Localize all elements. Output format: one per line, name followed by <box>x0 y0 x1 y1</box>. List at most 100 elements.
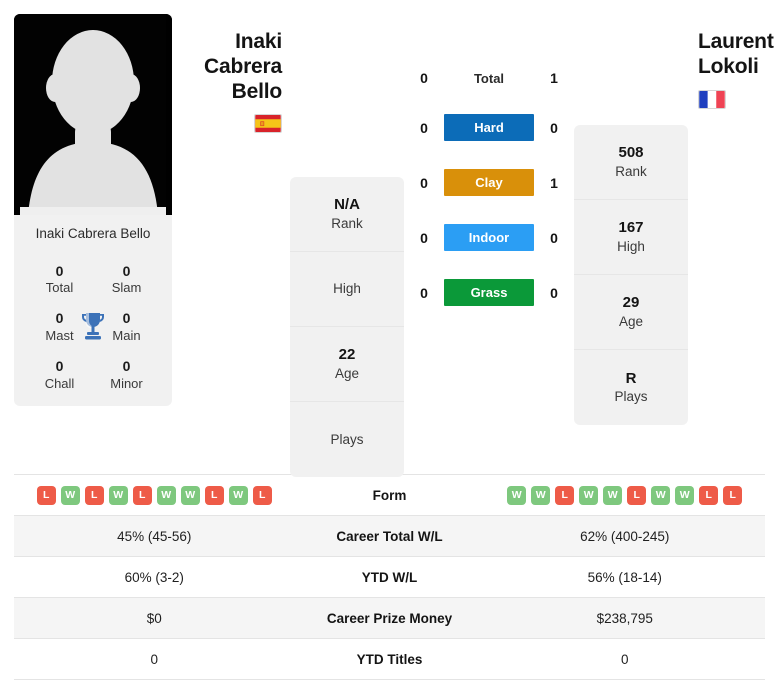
h2h-left-score: 0 <box>420 174 428 191</box>
form-badge-win: W <box>507 485 527 505</box>
right-value: 0 <box>620 651 629 667</box>
table-row-ytd-wl: 60% (3-2) YTD W/L 56% (18-14) <box>14 557 765 598</box>
info-plays: Plays <box>290 402 404 477</box>
form-badge-win: W <box>228 485 248 505</box>
player-photo-placeholder-icon <box>14 14 172 215</box>
table-row-label: Career Total W/L <box>336 528 443 544</box>
info-value: R <box>625 369 637 387</box>
right-player-info-column: 508 Rank 167 High 29 Age R Plays <box>574 125 688 425</box>
right-form-badges: WWLWWLWWLL <box>485 485 766 505</box>
table-row-label: YTD W/L <box>361 569 418 585</box>
left-form-badges: LWLWLWWLWL <box>14 485 295 505</box>
info-label: Rank <box>331 215 363 231</box>
left-player-name-line1: Inaki Cabrera <box>204 30 282 78</box>
title-stat-label: Slam <box>111 280 142 296</box>
info-rank: 508 Rank <box>574 125 688 200</box>
h2h-right-score: 1 <box>550 70 558 86</box>
info-label: High <box>333 281 361 297</box>
form-badge-loss: L <box>84 485 104 505</box>
h2h-left-score: 0 <box>420 70 428 86</box>
form-badge-loss: L <box>699 485 719 505</box>
right-player-name-line1: Laurent <box>698 30 774 53</box>
form-badge-loss: L <box>132 485 152 505</box>
h2h-row-grass: 0 Grass 0 <box>404 279 574 306</box>
info-high: High <box>290 252 404 327</box>
surface-badge-clay[interactable]: Clay <box>444 169 534 196</box>
surface-badge-hard[interactable]: Hard <box>444 114 534 141</box>
form-badge-win: W <box>603 485 623 505</box>
left-form-cell: LWLWLWWLWL <box>14 485 295 505</box>
table-row-label: Form <box>372 487 407 503</box>
left-player-panel: Inaki Cabrera Bello 0 Total 0 Slam 0 Mas… <box>14 14 172 406</box>
left-player-name-column: Inaki Cabrera Bello <box>172 14 290 134</box>
title-stat-value: 0 <box>122 358 131 375</box>
trophy-icon <box>82 312 104 340</box>
title-stat-label: Total <box>45 280 74 296</box>
form-badge-win: W <box>156 485 176 505</box>
info-value: 29 <box>622 294 640 312</box>
info-label: Age <box>618 313 644 329</box>
h2h-row-total: 0 Total 1 <box>404 70 574 86</box>
info-label: High <box>617 238 645 254</box>
right-value: 62% (400-245) <box>580 528 670 544</box>
form-badge-win: W <box>60 485 80 505</box>
h2h-left-score: 0 <box>420 229 428 246</box>
form-badge-loss: L <box>204 485 224 505</box>
left-player-titles-box: 0 Total 0 Slam 0 Mast 0 Main 0 Chall 0 M… <box>14 250 172 406</box>
title-stat-label: Minor <box>110 375 143 391</box>
form-badge-loss: L <box>36 485 56 505</box>
h2h-row-clay: 0 Clay 1 <box>404 169 574 196</box>
info-label: Plays <box>330 431 364 447</box>
h2h-left-score: 0 <box>420 119 428 136</box>
info-rank: N/A Rank <box>290 177 404 252</box>
title-stat-minor: 0 Minor <box>93 358 160 392</box>
info-label: Age <box>334 365 360 381</box>
table-row-label: YTD Titles <box>356 651 423 667</box>
form-badge-win: W <box>108 485 128 505</box>
h2h-left-score: 0 <box>420 284 428 301</box>
left-value: 0 <box>150 651 158 667</box>
spain-flag-icon <box>254 114 282 134</box>
table-row-label: Career Prize Money <box>326 610 453 626</box>
title-stat-slam: 0 Slam <box>93 263 160 297</box>
h2h-row-hard: 0 Hard 0 <box>404 114 574 141</box>
form-badge-loss: L <box>252 485 272 505</box>
info-label: Plays <box>614 389 648 405</box>
form-badge-win: W <box>531 485 551 505</box>
table-row-career-total-wl: 45% (45-56) Career Total W/L 62% (400-24… <box>14 516 765 557</box>
table-row-ytd-titles: 0 YTD Titles 0 <box>14 639 765 680</box>
info-age: 22 Age <box>290 327 404 402</box>
info-value: N/A <box>334 196 360 214</box>
title-stat-chall: 0 Chall <box>26 358 93 392</box>
h2h-right-score: 0 <box>550 284 558 301</box>
top-comparison-area: Inaki Cabrera Bello 0 Total 0 Slam 0 Mas… <box>0 0 779 477</box>
info-value: 22 <box>338 346 356 364</box>
france-flag-icon <box>698 89 726 109</box>
form-badge-win: W <box>180 485 200 505</box>
surface-badge-indoor[interactable]: Indoor <box>444 224 534 251</box>
title-stat-label: Chall <box>44 375 75 391</box>
form-badge-win: W <box>675 485 695 505</box>
right-player-name-line2: Lokoli <box>698 54 759 78</box>
table-row-form: LWLWLWWLWL Form WWLWWLWWLL <box>14 475 765 516</box>
form-badge-loss: L <box>627 485 647 505</box>
h2h-comparison-page: Inaki Cabrera Bello 0 Total 0 Slam 0 Mas… <box>0 0 779 699</box>
info-value: 508 <box>618 144 644 162</box>
form-badge-loss: L <box>723 485 743 505</box>
form-badge-win: W <box>579 485 599 505</box>
left-value: 45% (45-56) <box>117 528 192 544</box>
h2h-right-score: 1 <box>550 174 558 191</box>
comparison-stats-table: LWLWLWWLWL Form WWLWWLWWLL 45% (45-56) C… <box>14 474 765 680</box>
head-to-head-column: 0 Total 1 0 Hard 0 0 Clay 1 0 Indoor 0 0 <box>404 14 574 306</box>
form-badge-win: W <box>651 485 671 505</box>
info-value: 167 <box>618 219 644 237</box>
h2h-right-score: 0 <box>550 119 558 136</box>
right-form-cell: WWLWWLWWLL <box>485 485 766 505</box>
surface-badge-grass[interactable]: Grass <box>444 279 534 306</box>
right-value: 56% (18-14) <box>587 569 662 585</box>
left-player-info-column: N/A Rank High 22 Age Plays <box>290 177 404 477</box>
title-stat-value: 0 <box>55 358 64 375</box>
title-stat-value: 0 <box>55 262 64 279</box>
left-player-photo[interactable] <box>14 14 172 215</box>
h2h-row-indoor: 0 Indoor 0 <box>404 224 574 251</box>
